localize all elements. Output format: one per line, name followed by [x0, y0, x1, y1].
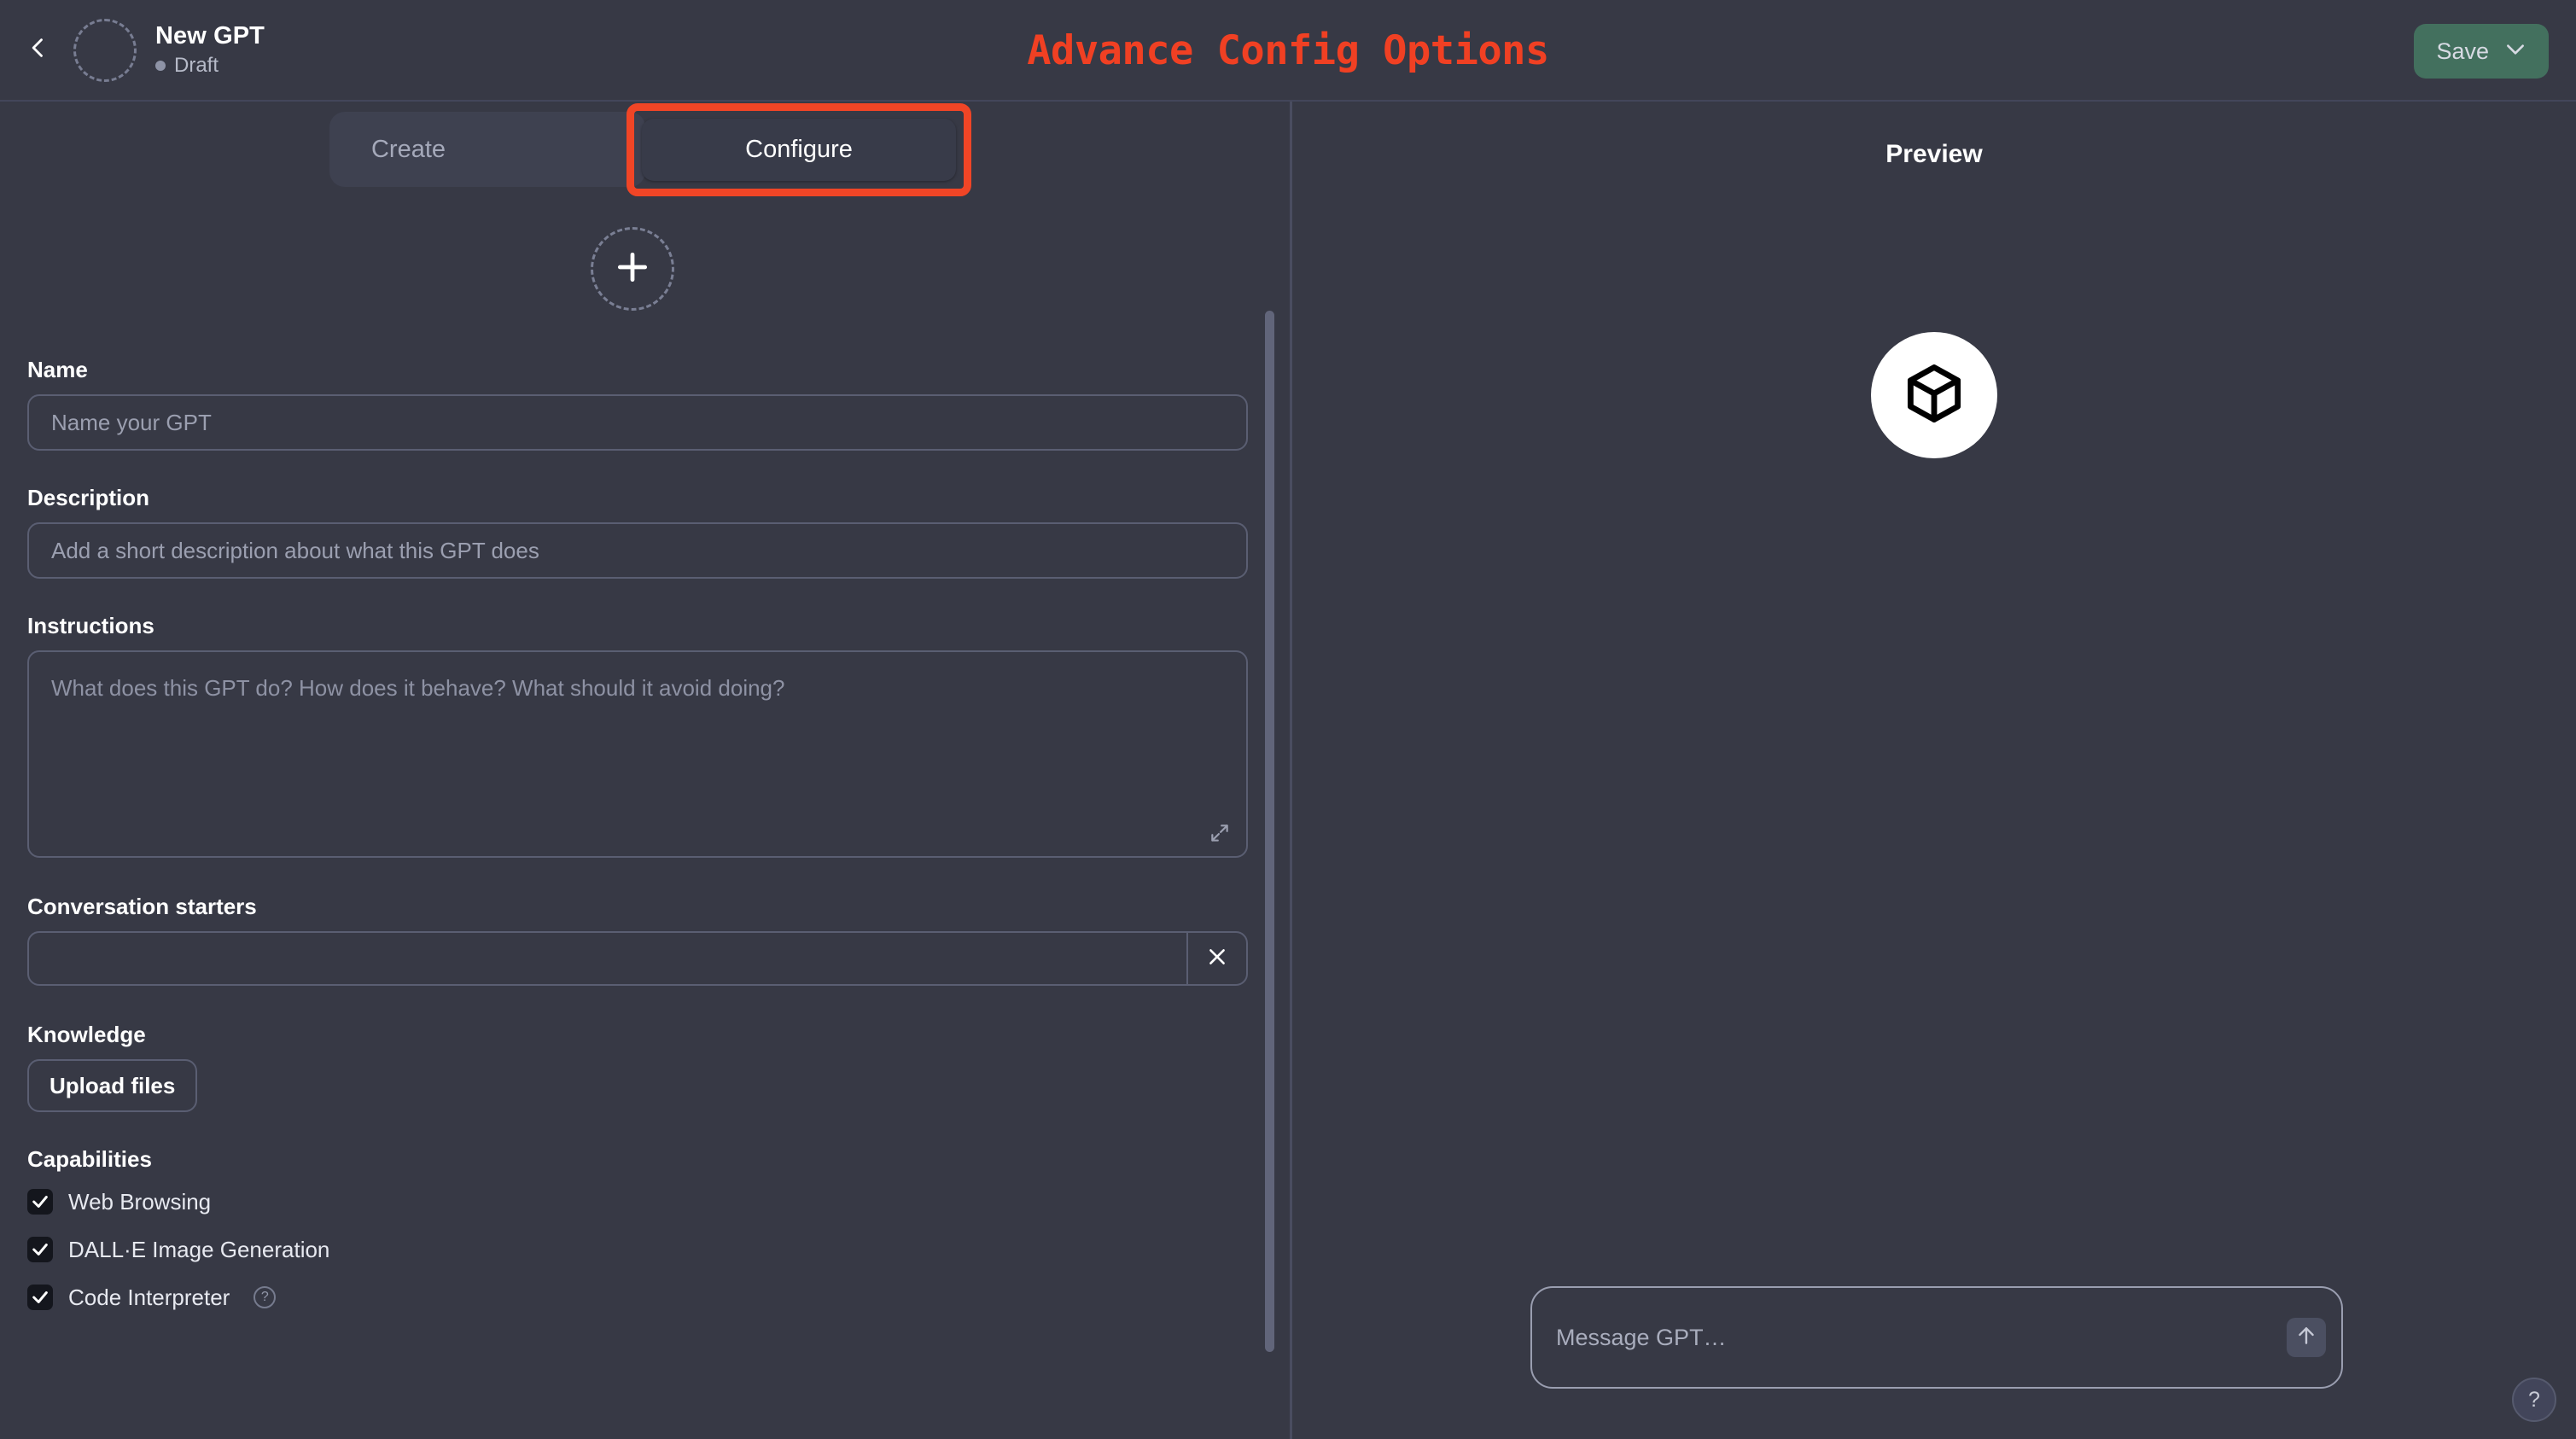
description-input-placeholder: Add a short description about what this …	[51, 537, 539, 563]
top-bar: New GPT Draft	[0, 0, 2576, 102]
capability-label: DALL·E Image Generation	[68, 1236, 330, 1262]
checkbox-checked-icon[interactable]	[27, 1285, 53, 1310]
capability-dalle-image-generation[interactable]: DALL·E Image Generation	[27, 1226, 1248, 1273]
arrow-up-icon	[2295, 1325, 2317, 1351]
status-label: Draft	[174, 54, 219, 78]
description-label: Description	[27, 485, 150, 510]
save-button-label: Save	[2436, 38, 2489, 64]
tab-bar: Create	[329, 112, 645, 187]
preview-title: Preview	[1885, 140, 1983, 168]
name-label: Name	[27, 357, 88, 382]
tab-configure[interactable]: Configure	[642, 119, 956, 181]
conversation-starter-row	[27, 931, 1248, 986]
configure-scrollbar[interactable]	[1265, 311, 1274, 1352]
conversation-starters-group: Conversation starters	[27, 894, 1248, 986]
preview-panel: Preview Message GPT… ?	[1292, 102, 2576, 1439]
chevron-left-icon	[26, 36, 50, 64]
expand-diagonal-icon[interactable]	[1205, 819, 1234, 848]
chevron-down-icon	[2504, 43, 2526, 61]
conversation-starter-input[interactable]	[29, 933, 1186, 984]
help-button[interactable]: ?	[2512, 1378, 2556, 1422]
name-input[interactable]: Name your GPT	[27, 394, 1248, 451]
conversation-starter-remove-button[interactable]	[1186, 933, 1246, 984]
page-title-name: New GPT	[155, 21, 265, 50]
gpt-image-upload-button[interactable]	[591, 227, 674, 311]
configure-form: Name Name your GPT Description Add a sho…	[0, 206, 1265, 1321]
save-button[interactable]: Save	[2414, 24, 2549, 79]
checkbox-checked-icon[interactable]	[27, 1189, 53, 1215]
capability-web-browsing[interactable]: Web Browsing	[27, 1178, 1248, 1226]
back-button[interactable]	[12, 24, 65, 77]
upload-files-button[interactable]: Upload files	[27, 1059, 198, 1112]
capability-label: Code Interpreter	[68, 1284, 230, 1310]
preview-logo	[1871, 332, 1997, 458]
help-icon[interactable]: ?	[254, 1286, 277, 1308]
instructions-field-group: Instructions What does this GPT do? How …	[27, 613, 1248, 858]
configure-panel: Create Configure Name Name your GPT Desc…	[0, 102, 1290, 1439]
name-field-group: Name Name your GPT	[27, 357, 1248, 451]
message-input-placeholder: Message GPT…	[1556, 1324, 1727, 1350]
cube-icon	[1901, 360, 1967, 431]
knowledge-label: Knowledge	[27, 1022, 146, 1047]
message-input[interactable]: Message GPT…	[1530, 1286, 2343, 1389]
main-body: Create Configure Name Name your GPT Desc…	[0, 102, 2576, 1439]
gpt-avatar-placeholder[interactable]	[73, 18, 137, 82]
gpt-title-block: New GPT Draft	[155, 22, 265, 78]
conversation-starters-label: Conversation starters	[27, 894, 257, 919]
description-field-group: Description Add a short description abou…	[27, 485, 1248, 579]
tab-create[interactable]: Create	[329, 112, 487, 187]
instructions-textarea[interactable]: What does this GPT do? How does it behav…	[27, 650, 1248, 858]
tab-configure-slot	[487, 112, 645, 187]
status-badge: Draft	[155, 54, 265, 78]
instructions-placeholder: What does this GPT do? How does it behav…	[51, 675, 785, 701]
checkbox-checked-icon[interactable]	[27, 1237, 53, 1262]
name-input-placeholder: Name your GPT	[51, 409, 212, 435]
close-icon	[1206, 946, 1228, 972]
capability-code-interpreter[interactable]: Code Interpreter ?	[27, 1273, 1248, 1321]
capabilities-label: Capabilities	[27, 1146, 152, 1172]
gpt-builder-window: New GPT Draft Advance Config Options Sav…	[0, 0, 2576, 1439]
plus-icon	[614, 248, 651, 290]
status-dot-icon	[155, 61, 166, 72]
capabilities-group: Capabilities Web Browsing DALL·E Image G…	[27, 1146, 1248, 1321]
configure-scroll-area: Name Name your GPT Description Add a sho…	[0, 206, 1290, 1439]
knowledge-group: Knowledge Upload files	[27, 1022, 1248, 1112]
description-input[interactable]: Add a short description about what this …	[27, 522, 1248, 579]
instructions-label: Instructions	[27, 613, 154, 638]
capability-label: Web Browsing	[68, 1188, 212, 1215]
send-button[interactable]	[2287, 1318, 2326, 1357]
